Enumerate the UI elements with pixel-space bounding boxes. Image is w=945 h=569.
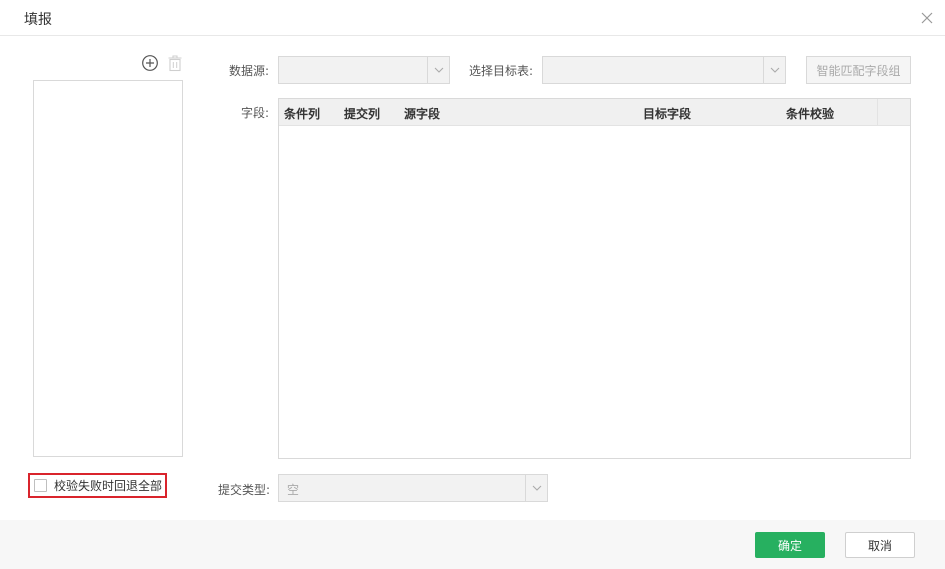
fill-report-dialog: 填报 校验失败时回退全部 数据源: 选择目标表: 智能匹配字段组 字段: 条件列… — [0, 0, 945, 569]
submit-type-value: 空 — [287, 483, 300, 497]
add-circle-icon[interactable] — [141, 54, 159, 72]
dialog-header: 填报 — [0, 0, 945, 36]
chevron-down-icon[interactable] — [763, 57, 785, 83]
smart-match-button[interactable]: 智能匹配字段组 — [806, 56, 911, 84]
chevron-down-icon[interactable] — [525, 475, 547, 501]
column-header-target-field[interactable]: 目标字段 — [643, 105, 691, 122]
datasource-label: 数据源: — [229, 64, 270, 78]
chevron-down-icon[interactable] — [427, 57, 449, 83]
column-header-source-field[interactable]: 源字段 — [404, 105, 440, 122]
table-header: 条件列 提交列 源字段 目标字段 条件校验 — [279, 99, 910, 126]
dialog-footer: 确定 取消 — [0, 520, 945, 569]
trash-icon[interactable] — [167, 54, 183, 72]
column-divider — [877, 99, 878, 125]
fields-table[interactable]: 条件列 提交列 源字段 目标字段 条件校验 — [278, 98, 911, 459]
checkbox-box[interactable] — [34, 479, 47, 492]
datasource-select[interactable] — [278, 56, 450, 84]
dialog-title: 填报 — [24, 12, 52, 28]
column-header-submit[interactable]: 提交列 — [344, 105, 380, 122]
column-header-condition[interactable]: 条件列 — [284, 105, 320, 122]
confirm-button[interactable]: 确定 — [755, 532, 825, 558]
rollback-all-checkbox[interactable]: 校验失败时回退全部 — [28, 473, 167, 498]
submit-type-label: 提交类型: — [218, 483, 271, 497]
group-list[interactable] — [33, 80, 183, 457]
close-icon[interactable] — [919, 10, 935, 26]
rollback-label: 校验失败时回退全部 — [54, 479, 163, 493]
cancel-button[interactable]: 取消 — [845, 532, 915, 558]
target-table-select[interactable] — [542, 56, 786, 84]
submit-type-select[interactable]: 空 — [278, 474, 548, 502]
fields-label: 字段: — [241, 106, 270, 120]
column-header-condition-check[interactable]: 条件校验 — [786, 105, 834, 122]
target-table-label: 选择目标表: — [469, 64, 534, 78]
